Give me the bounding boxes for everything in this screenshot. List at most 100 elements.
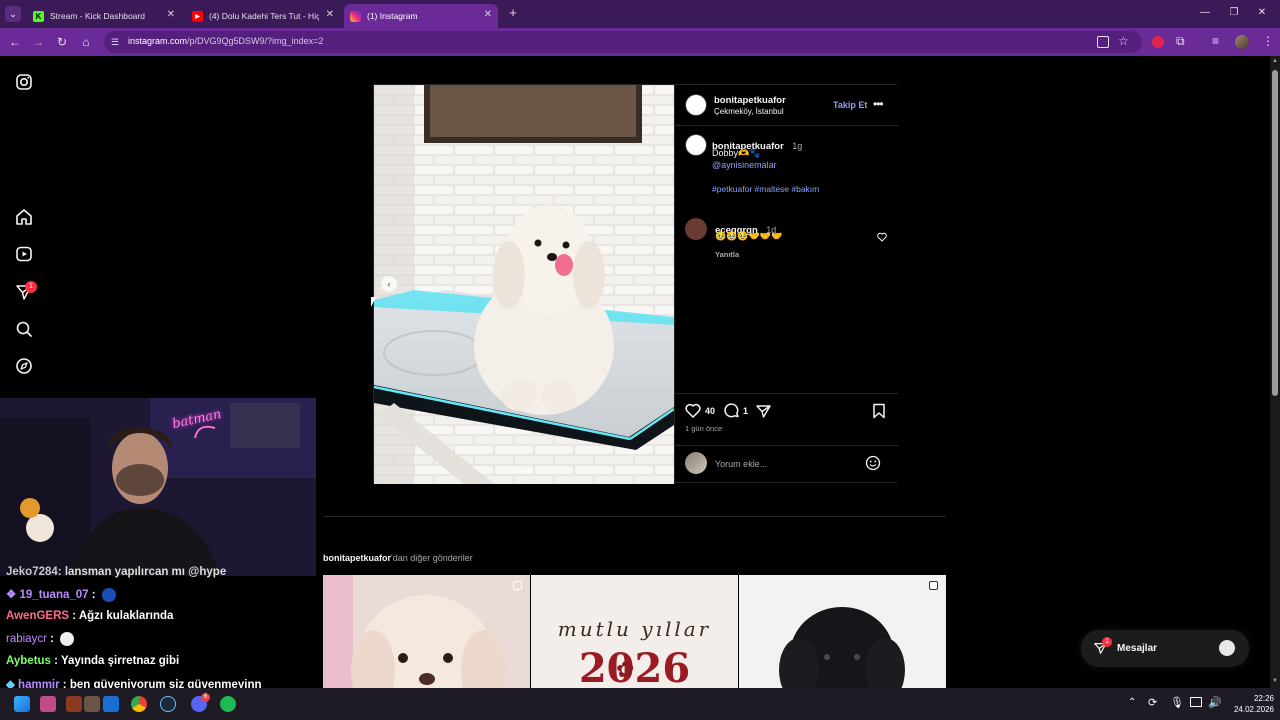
more-options-icon[interactable]: •••	[873, 97, 884, 111]
close-tab-icon[interactable]: ✕	[484, 9, 492, 20]
media-control-icon[interactable]: ≡	[1212, 34, 1219, 48]
extensions-puzzle-icon[interactable]: ⧉	[1176, 34, 1185, 49]
streamer-webcam-image	[0, 398, 316, 576]
tab-youtube[interactable]: ▶ (4) Dolu Kadehi Ters Tut - Hiç İyi Değ…	[186, 4, 340, 28]
tray-microphone-icon[interactable]: 🎙	[1170, 696, 1184, 709]
tray-sync-icon[interactable]: ⟳	[1148, 696, 1157, 709]
close-tab-icon[interactable]: ✕	[326, 9, 334, 20]
spotify-icon[interactable]	[220, 696, 236, 712]
scroll-up-arrow-icon[interactable]: ▲	[1272, 58, 1278, 64]
chat-badge-icon: ❖	[6, 589, 20, 601]
url-path: /p/DVG9Qg5DSW9/?img_index=2	[187, 36, 324, 46]
home-icon[interactable]: ⌂	[78, 34, 94, 50]
windows-taskbar: 6 ⌃ ⟳ 🎙 🔊 22:26 24.02.2026	[0, 688, 1280, 720]
taskbar-app-icon[interactable]	[66, 696, 82, 712]
actions-divider	[675, 393, 898, 394]
messages-widget[interactable]: 1 Mesajlar	[1081, 630, 1249, 667]
chat-line-4: rabiaycr :	[6, 632, 75, 646]
tray-volume-icon[interactable]: 🔊	[1208, 696, 1222, 709]
webcam-overlay: batman	[0, 398, 316, 576]
chat-user: rabiaycr	[6, 633, 47, 646]
discord-badge: 6	[201, 693, 210, 702]
steam-icon[interactable]	[160, 696, 176, 712]
install-app-icon[interactable]	[1097, 36, 1109, 48]
posted-time[interactable]: 1 gün önce	[685, 424, 722, 433]
reply-button[interactable]: Yanıtla	[715, 250, 739, 259]
instagram-icon	[350, 10, 361, 22]
close-tab-icon[interactable]: ✕	[167, 9, 175, 20]
post-photo[interactable]: ‹	[374, 85, 674, 484]
like-count[interactable]: 40	[705, 406, 715, 416]
share-send-icon[interactable]	[755, 403, 771, 419]
site-info-icon[interactable]: ☰	[111, 37, 121, 47]
explore-icon[interactable]	[15, 357, 33, 375]
reels-icon[interactable]	[15, 245, 33, 263]
author-username[interactable]: bonitapetkuafor	[714, 95, 786, 106]
chat-user: Aybetus	[6, 655, 51, 667]
messages-badge: 1	[1102, 637, 1112, 647]
like-heart-icon[interactable]	[685, 403, 701, 418]
tray-chevron-icon[interactable]: ⌃	[1128, 697, 1136, 708]
emoji-picker-icon[interactable]	[865, 455, 881, 471]
notification-badge: 1	[25, 281, 37, 293]
post-thumbnail-3[interactable]	[739, 575, 946, 688]
taskbar-app-icon[interactable]	[40, 696, 56, 712]
reload-icon[interactable]: ↻	[54, 34, 70, 50]
comment-count[interactable]: 1	[743, 406, 748, 416]
tab-instagram[interactable]: (1) Instagram ✕	[344, 4, 498, 28]
post-thumbnail-2[interactable]: mutlu yıllar 2026 ✿	[531, 575, 738, 688]
commenter-avatar[interactable]	[685, 218, 707, 240]
header-divider	[675, 125, 898, 126]
caption-avatar[interactable]	[685, 134, 707, 156]
more-posts-heading: bonitapetkuafor'dan diğer gönderiler	[323, 553, 473, 563]
profile-avatar[interactable]	[1235, 35, 1249, 49]
more-posts-owner[interactable]: bonitapetkuafor	[323, 553, 391, 563]
browser-menu-icon[interactable]: ⋮	[1262, 34, 1274, 48]
poodle-photo-image	[323, 575, 530, 688]
url-text[interactable]: instagram.com/p/DVG9Qg5DSW9/?img_index=2	[128, 36, 323, 46]
carousel-prev-button[interactable]: ‹	[381, 276, 397, 292]
chrome-icon[interactable]	[131, 696, 147, 712]
extension-red-icon[interactable]	[1152, 36, 1164, 48]
chat-line-3: AwenGERS : Ağzı kulaklarında	[6, 610, 173, 622]
tab-title: (4) Dolu Kadehi Ters Tut - Hiç İyi Değil…	[209, 11, 319, 21]
forward-icon[interactable]: →	[30, 34, 46, 50]
minimize-button[interactable]: —	[1199, 7, 1211, 19]
close-window-button[interactable]: ✕	[1256, 7, 1268, 19]
caption-hashtags[interactable]: #petkuafor #maltese #bakım	[712, 184, 819, 194]
multi-image-icon	[929, 581, 938, 590]
taskbar-app-icon[interactable]	[84, 696, 100, 712]
save-bookmark-icon[interactable]	[872, 403, 886, 419]
post-location[interactable]: Çekmeköy, İstanbul	[714, 107, 784, 116]
caption-time: 1g	[792, 141, 803, 151]
follow-button[interactable]: Takip Et	[833, 100, 867, 110]
post-thumbnail-1[interactable]	[323, 575, 530, 688]
home-icon[interactable]	[15, 208, 33, 226]
outlook-icon[interactable]	[103, 696, 119, 712]
caption-mention[interactable]: @aynisinemalar	[712, 160, 777, 170]
tab-search-button[interactable]: ⌄	[5, 6, 21, 22]
search-icon[interactable]	[15, 320, 33, 338]
bookmark-star-icon[interactable]: ☆	[1118, 34, 1129, 48]
tray-monitor-icon[interactable]	[1190, 697, 1202, 707]
comment-like-heart-icon[interactable]	[877, 232, 887, 242]
restore-button[interactable]: ❐	[1228, 7, 1240, 19]
post-details-pane: bonitapetkuafor Çekmeköy, İstanbul Takip…	[674, 85, 898, 482]
author-avatar[interactable]	[685, 94, 707, 116]
back-icon[interactable]: ←	[7, 34, 23, 50]
stream-chat-overlay: Jeko7284: lansman yapılırcan mı @hype ❖ …	[0, 566, 320, 691]
new-tab-button[interactable]: +	[506, 6, 520, 20]
comment-bubble-icon[interactable]	[724, 403, 740, 419]
new-year-number: 2026	[578, 645, 691, 688]
chat-user: Jeko7284	[6, 566, 58, 578]
scroll-down-arrow-icon[interactable]: ▼	[1272, 678, 1278, 684]
tab-kick-dashboard[interactable]: K Stream - Kick Dashboard ✕	[27, 4, 181, 28]
page-scrollbar-thumb[interactable]	[1272, 70, 1278, 396]
add-comment-input[interactable]: Yorum ekle...	[715, 459, 855, 469]
chat-text: :	[46, 633, 54, 646]
comment-text: 🥹🥹🥹🤝🤝🤝	[715, 231, 783, 241]
clock-date[interactable]: 24.02.2026	[1226, 705, 1274, 714]
instagram-logo-icon[interactable]	[15, 73, 33, 91]
clock-time[interactable]: 22:26	[1230, 694, 1274, 703]
windows-start-icon[interactable]	[14, 696, 30, 712]
